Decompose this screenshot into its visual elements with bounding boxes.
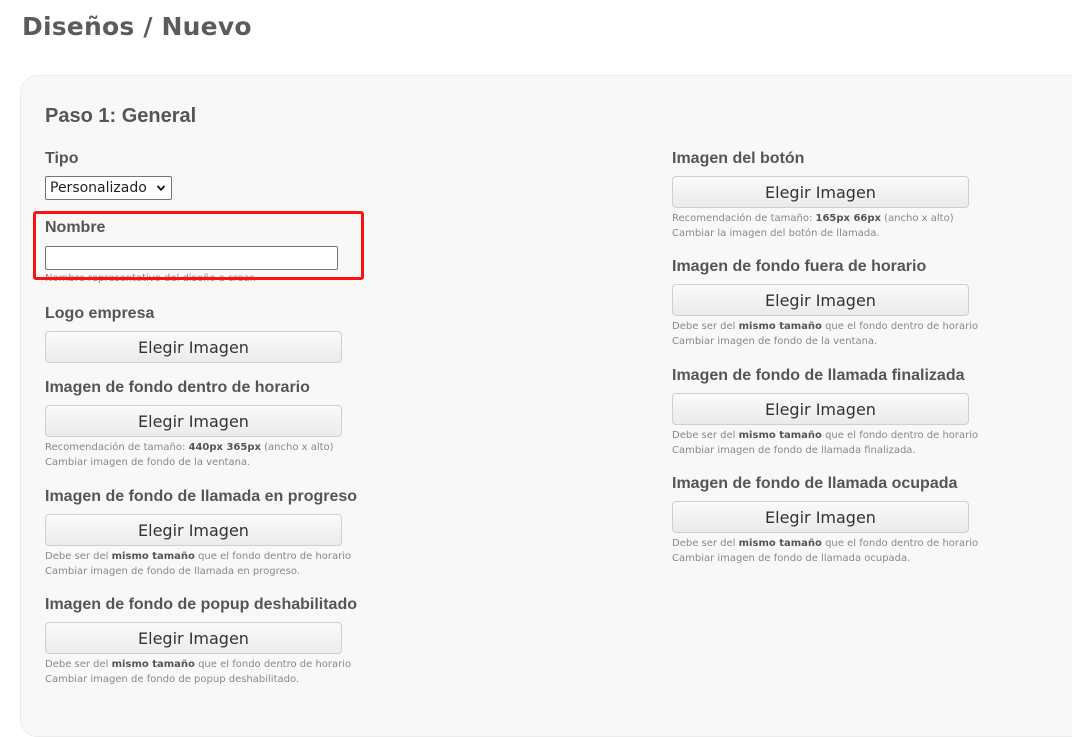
- fondo-llamada-finalizada-desc: Cambiar imagen de fondo de llamada final…: [672, 445, 916, 456]
- imagen-boton-field: Imagen del botón Elegir Imagen Recomenda…: [672, 149, 969, 241]
- fondo-popup-deshabilitado-field: Imagen de fondo de popup deshabilitado E…: [45, 595, 357, 687]
- fondo-fuera-horario-button[interactable]: Elegir Imagen: [672, 284, 969, 316]
- imagen-boton-button[interactable]: Elegir Imagen: [672, 176, 969, 208]
- fondo-dentro-horario-desc: Cambiar imagen de fondo de la ventana.: [45, 457, 251, 468]
- tipo-field: Tipo Personalizado: [45, 149, 172, 200]
- fondo-llamada-ocupada-hint: Debe ser del mismo tamaño que el fondo d…: [672, 538, 979, 549]
- fondo-llamada-progreso-desc: Cambiar imagen de fondo de llamada en pr…: [45, 566, 300, 577]
- fondo-dentro-horario-hint: Recomendación de tamaño: 440px 365px (an…: [45, 442, 334, 453]
- logo-empresa-field: Logo empresa Elegir Imagen: [45, 304, 342, 363]
- fondo-llamada-progreso-button[interactable]: Elegir Imagen: [45, 514, 342, 546]
- imagen-boton-desc: Cambiar la imagen del botón de llamada.: [672, 228, 880, 239]
- fondo-popup-deshabilitado-label: Imagen de fondo de popup deshabilitado: [45, 596, 357, 613]
- imagen-boton-hint: Recomendación de tamaño: 165px 66px (anc…: [672, 213, 954, 224]
- fondo-fuera-horario-hint: Debe ser del mismo tamaño que el fondo d…: [672, 321, 979, 332]
- tipo-label: Tipo: [45, 150, 79, 167]
- imagen-boton-label: Imagen del botón: [672, 150, 805, 167]
- fondo-llamada-ocupada-button[interactable]: Elegir Imagen: [672, 501, 969, 533]
- fondo-llamada-finalizada-hint: Debe ser del mismo tamaño que el fondo d…: [672, 430, 979, 441]
- fondo-popup-deshabilitado-desc: Cambiar imagen de fondo de popup deshabi…: [45, 674, 300, 685]
- tipo-select-value: Personalizado: [50, 180, 147, 196]
- tipo-select[interactable]: Personalizado: [45, 176, 172, 200]
- logo-empresa-button[interactable]: Elegir Imagen: [45, 331, 342, 363]
- fondo-llamada-finalizada-button[interactable]: Elegir Imagen: [672, 393, 969, 425]
- fondo-llamada-ocupada-field: Imagen de fondo de llamada ocupada Elegi…: [672, 474, 978, 566]
- fondo-dentro-horario-field: Imagen de fondo dentro de horario Elegir…: [45, 378, 342, 470]
- fondo-dentro-horario-label: Imagen de fondo dentro de horario: [45, 379, 310, 396]
- fondo-llamada-progreso-hint: Debe ser del mismo tamaño que el fondo d…: [45, 551, 352, 562]
- chevron-down-icon: [156, 185, 166, 192]
- fondo-llamada-ocupada-desc: Cambiar imagen de fondo de llamada ocupa…: [672, 553, 911, 564]
- fondo-popup-deshabilitado-button[interactable]: Elegir Imagen: [45, 622, 342, 654]
- fondo-fuera-horario-label: Imagen de fondo fuera de horario: [672, 258, 927, 275]
- fondo-llamada-ocupada-label: Imagen de fondo de llamada ocupada: [672, 475, 958, 492]
- fondo-llamada-progreso-label: Imagen de fondo de llamada en progreso: [45, 488, 358, 505]
- fondo-llamada-finalizada-label: Imagen de fondo de llamada finalizada: [672, 367, 965, 384]
- fondo-fuera-horario-desc: Cambiar imagen de fondo de la ventana.: [672, 336, 878, 347]
- logo-empresa-label: Logo empresa: [45, 305, 155, 322]
- fondo-llamada-progreso-field: Imagen de fondo de llamada en progreso E…: [45, 487, 357, 579]
- fondo-fuera-horario-field: Imagen de fondo fuera de horario Elegir …: [672, 257, 978, 349]
- highlight-box: [33, 211, 364, 280]
- fondo-popup-deshabilitado-hint: Debe ser del mismo tamaño que el fondo d…: [45, 659, 352, 670]
- fondo-dentro-horario-button[interactable]: Elegir Imagen: [45, 405, 342, 437]
- fondo-llamada-finalizada-field: Imagen de fondo de llamada finalizada El…: [672, 366, 978, 458]
- step-title: Paso 1: General: [45, 105, 197, 127]
- page-title: Diseños / Nuevo: [22, 12, 252, 41]
